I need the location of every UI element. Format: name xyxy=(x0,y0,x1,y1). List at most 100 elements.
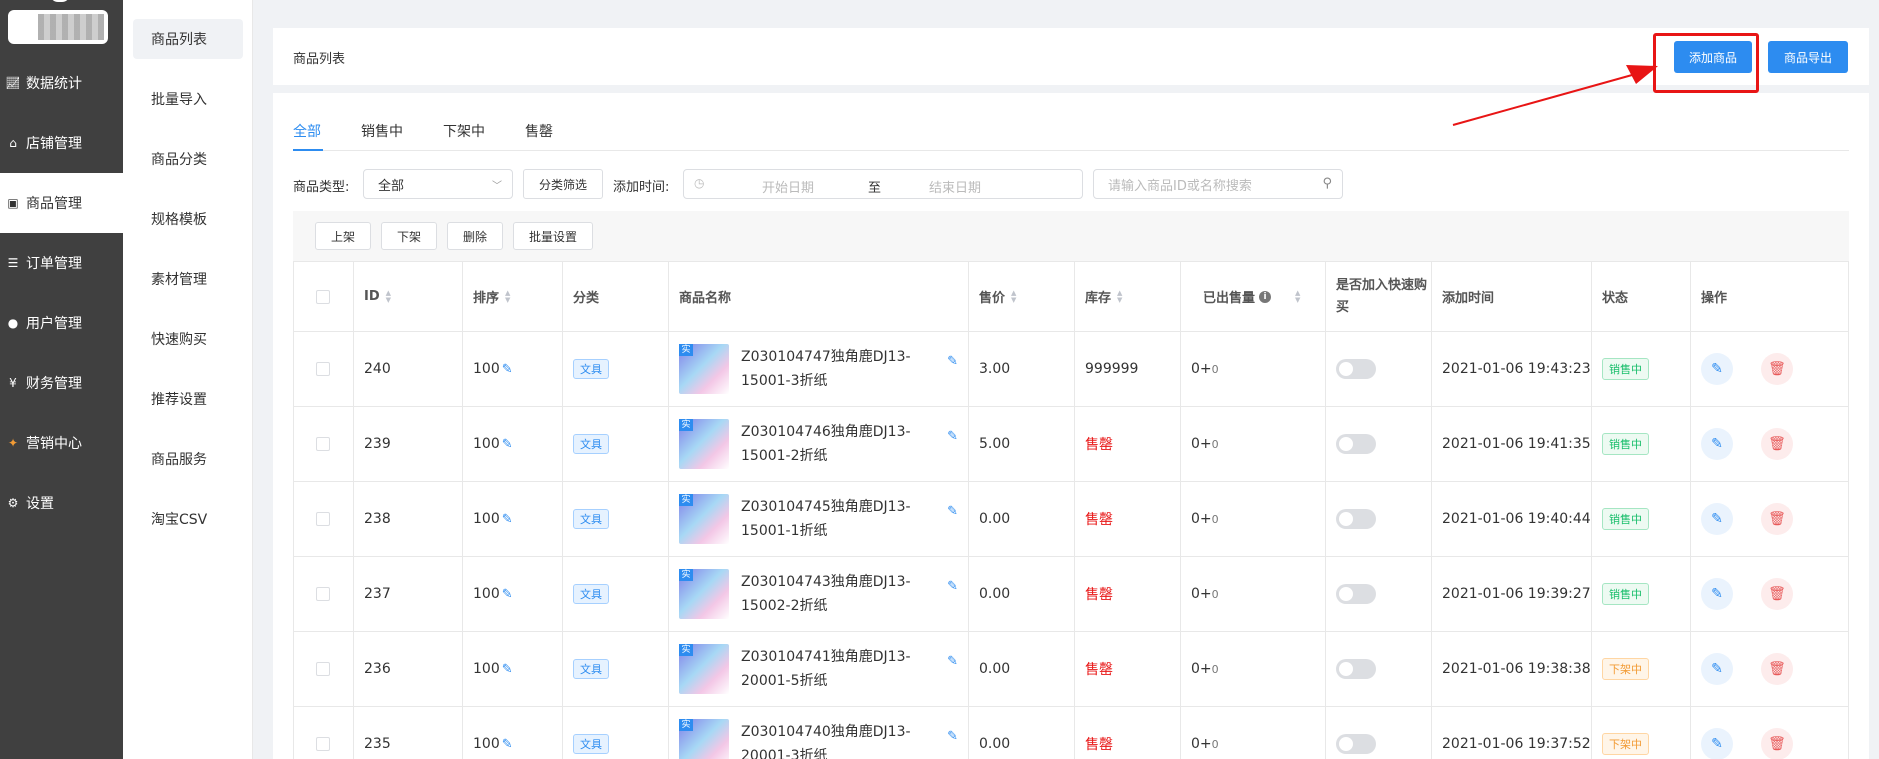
category-filter-button[interactable]: 分类筛选 xyxy=(523,169,603,199)
select-all-checkbox[interactable] xyxy=(316,289,330,304)
sidebar-item-settings[interactable]: ⚙︎ 设置 xyxy=(0,473,123,533)
search-input[interactable]: 请输入商品ID或名称搜索 ⚲ xyxy=(1093,169,1343,199)
export-goods-button[interactable]: 商品导出 xyxy=(1768,41,1848,73)
edit-button[interactable]: ✎ xyxy=(1701,728,1733,759)
price-cell: 3.00 xyxy=(969,332,1075,406)
type-select[interactable]: 全部 ﹀ xyxy=(363,169,513,199)
sidebar-item-label: 商品管理 xyxy=(26,196,82,212)
search-icon[interactable]: ⚲ xyxy=(1322,176,1332,191)
pencil-icon[interactable]: ✎ xyxy=(502,587,513,602)
goods-thumbnail[interactable]: 实 xyxy=(679,344,729,394)
quick-buy-toggle[interactable] xyxy=(1336,359,1376,379)
start-date-input[interactable]: 开始日期 xyxy=(762,177,814,196)
pencil-icon[interactable]: ✎ xyxy=(947,579,958,594)
sidebar-item-orders[interactable]: ☰ 订单管理 xyxy=(0,233,123,293)
row-checkbox[interactable] xyxy=(316,737,330,751)
delete-row-button[interactable]: 🗑︎ xyxy=(1761,428,1793,460)
tab-all[interactable]: 全部 xyxy=(293,121,321,141)
goods-thumbnail[interactable]: 实 xyxy=(679,494,729,544)
subnav-item-material[interactable]: 素材管理 xyxy=(133,259,243,299)
pencil-icon[interactable]: ✎ xyxy=(502,437,513,452)
header-stock[interactable]: 库存 ▲ ▼ xyxy=(1075,262,1181,331)
pencil-icon[interactable]: ✎ xyxy=(947,354,958,369)
goods-name[interactable]: Z030104743独角鹿DJ13-15002-2折纸 xyxy=(741,570,951,618)
goods-thumbnail[interactable]: 实 xyxy=(679,419,729,469)
end-date-input[interactable]: 结束日期 xyxy=(929,177,981,196)
subnav-item-goods-list[interactable]: 商品列表 xyxy=(133,19,243,59)
quick-buy-toggle[interactable] xyxy=(1336,734,1376,754)
stock-value: 售罄 xyxy=(1085,512,1113,528)
goods-thumbnail[interactable]: 实 xyxy=(679,644,729,694)
delete-row-button[interactable]: 🗑︎ xyxy=(1761,578,1793,610)
subnav-item-category[interactable]: 商品分类 xyxy=(133,139,243,179)
edit-button[interactable]: ✎ xyxy=(1701,428,1733,460)
quick-buy-toggle[interactable] xyxy=(1336,434,1376,454)
subnav-item-quick-buy[interactable]: 快速购买 xyxy=(133,319,243,359)
sidebar-item-users[interactable]: ● 用户管理 xyxy=(0,293,123,353)
subnav-item-spec-template[interactable]: 规格模板 xyxy=(133,199,243,239)
header-sort[interactable]: 排序 ▲ ▼ xyxy=(463,262,563,331)
goods-name[interactable]: Z030104746独角鹿DJ13-15001-2折纸 xyxy=(741,420,951,468)
subnav-item-recommend[interactable]: 推荐设置 xyxy=(133,379,243,419)
quick-buy-toggle[interactable] xyxy=(1336,659,1376,679)
subnav-item-batch-import[interactable]: 批量导入 xyxy=(133,79,243,119)
delist-button[interactable]: 下架 xyxy=(381,222,437,250)
batch-settings-button[interactable]: 批量设置 xyxy=(513,222,593,250)
ops-cell: ✎ 🗑︎ xyxy=(1691,707,1850,759)
row-checkbox[interactable] xyxy=(316,587,330,601)
goods-name[interactable]: Z030104741独角鹿DJ13-20001-5折纸 xyxy=(741,645,951,693)
info-icon[interactable]: i xyxy=(1259,290,1272,303)
edit-button[interactable]: ✎ xyxy=(1701,353,1733,385)
goods-name[interactable]: Z030104747独角鹿DJ13-15001-3折纸 xyxy=(741,345,951,393)
edit-button[interactable]: ✎ xyxy=(1701,503,1733,535)
sidebar-item-finance[interactable]: ¥ 财务管理 xyxy=(0,353,123,413)
price-cell: 0.00 xyxy=(969,707,1075,759)
quick-buy-toggle[interactable] xyxy=(1336,584,1376,604)
goods-thumbnail[interactable]: 实 xyxy=(679,719,729,759)
pencil-icon[interactable]: ✎ xyxy=(947,654,958,669)
subnav-item-service[interactable]: 商品服务 xyxy=(133,439,243,479)
header-price[interactable]: 售价 ▲ ▼ xyxy=(969,262,1075,331)
delete-row-button[interactable]: 🗑︎ xyxy=(1761,728,1793,759)
sidebar-item-goods[interactable]: ▣ 商品管理 xyxy=(0,173,123,233)
pencil-icon[interactable]: ✎ xyxy=(502,362,513,377)
row-checkbox[interactable] xyxy=(316,512,330,526)
row-checkbox[interactable] xyxy=(316,362,330,376)
row-checkbox[interactable] xyxy=(316,437,330,451)
thumb-badge: 实 xyxy=(679,344,693,356)
subnav-item-taobao-csv[interactable]: 淘宝CSV xyxy=(133,499,243,539)
delete-row-button[interactable]: 🗑︎ xyxy=(1761,653,1793,685)
pencil-icon[interactable]: ✎ xyxy=(947,429,958,444)
chevron-down-icon: ﹀ xyxy=(492,181,502,192)
list-button[interactable]: 上架 xyxy=(315,222,371,250)
pencil-icon[interactable]: ✎ xyxy=(947,504,958,519)
sidebar-item-marketing[interactable]: ✦ 营销中心 xyxy=(0,413,123,473)
pencil-icon[interactable]: ✎ xyxy=(502,737,513,752)
delete-button[interactable]: 删除 xyxy=(447,222,503,250)
sidebar-item-shop[interactable]: ⌂ 店铺管理 xyxy=(0,113,123,173)
tab-on-sale[interactable]: 销售中 xyxy=(361,121,403,141)
tab-off-shelf[interactable]: 下架中 xyxy=(443,121,485,141)
tab-sold-out[interactable]: 售罄 xyxy=(525,121,553,141)
sort-value: 100 xyxy=(473,661,500,677)
delete-row-button[interactable]: 🗑︎ xyxy=(1761,353,1793,385)
goods-thumbnail[interactable]: 实 xyxy=(679,569,729,619)
edit-button[interactable]: ✎ xyxy=(1701,578,1733,610)
header-id[interactable]: ID ▲ ▼ xyxy=(354,262,463,331)
goods-name[interactable]: Z030104745独角鹿DJ13-15001-1折纸 xyxy=(741,495,951,543)
date-range-picker[interactable]: ◷ 开始日期 至 结束日期 xyxy=(683,169,1083,199)
header-sold[interactable]: 已出售量 i ▲ ▼ xyxy=(1181,262,1326,331)
pencil-icon[interactable]: ✎ xyxy=(947,729,958,744)
sidebar-item-stats[interactable]: 📈︎ 数据统计 xyxy=(0,53,123,113)
row-checkbox-cell xyxy=(294,707,354,759)
pencil-icon[interactable]: ✎ xyxy=(502,512,513,527)
edit-button[interactable]: ✎ xyxy=(1701,653,1733,685)
sort-icon: ▲ ▼ xyxy=(1011,288,1017,304)
sold-cell: 0+ 0 xyxy=(1181,707,1326,759)
quick-buy-toggle[interactable] xyxy=(1336,509,1376,529)
delete-row-button[interactable]: 🗑︎ xyxy=(1761,503,1793,535)
goods-name[interactable]: Z030104740独角鹿DJ13-20001-3折纸 xyxy=(741,720,951,759)
header-status: 状态 xyxy=(1592,262,1691,331)
pencil-icon[interactable]: ✎ xyxy=(502,662,513,677)
row-checkbox[interactable] xyxy=(316,662,330,676)
